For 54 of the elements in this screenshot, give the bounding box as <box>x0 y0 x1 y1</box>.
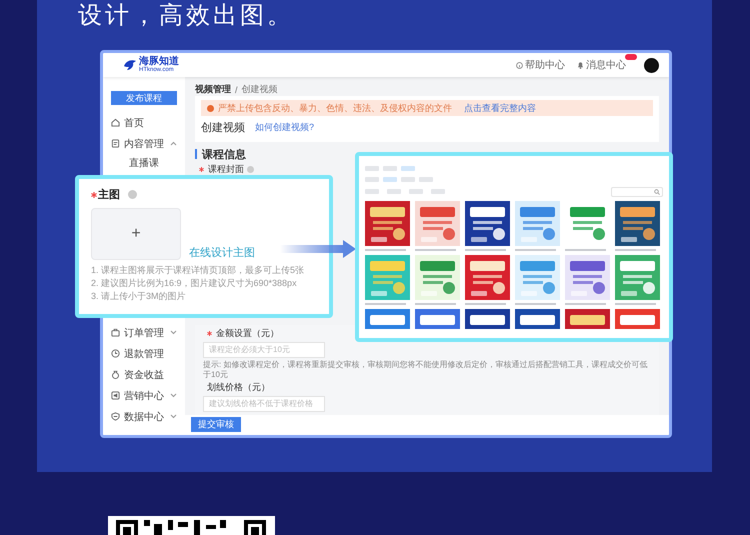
search-icon <box>654 188 660 194</box>
note-text: 2. 建议图片比例为16:9，图片建议尺寸为690*388px <box>91 277 297 290</box>
alert-link[interactable]: 点击查看完整内容 <box>464 102 536 114</box>
headline: 设计，高效出图。 <box>78 2 294 30</box>
help-icon <box>516 62 523 68</box>
chevron-icon[interactable] <box>170 330 177 335</box>
publish-course-button[interactable]: 发布课程 <box>111 91 177 105</box>
chevron-icon[interactable] <box>170 393 177 398</box>
strike-price-input[interactable]: 建议划线价格不低于课程价格 <box>203 396 325 412</box>
chevron-icon[interactable] <box>170 414 177 419</box>
sidebar-item[interactable]: 内容管理 <box>111 133 177 154</box>
help-link[interactable]: 如何创建视频? <box>255 120 314 134</box>
note-text: 1. 课程主图将展示于课程详情页顶部，最多可上传5张 <box>91 264 304 277</box>
shield-icon <box>111 412 120 421</box>
notification-badge <box>625 54 637 60</box>
bell-icon <box>577 61 584 69</box>
field-label: 课程封面 <box>208 163 244 176</box>
field-label: 金额设置（元） <box>216 327 279 340</box>
help-icon <box>128 190 137 199</box>
logo-text: 海豚知道 <box>139 57 179 67</box>
document-icon <box>111 139 120 148</box>
field-label: 主图 <box>98 188 120 202</box>
sidebar-item[interactable]: 资金收益 <box>111 364 177 385</box>
breadcrumb-item[interactable]: 视频管理 <box>195 83 231 96</box>
sidebar-item[interactable]: 营销中心 <box>111 385 177 406</box>
header-link[interactable]: 帮助中心 <box>525 58 565 72</box>
price-input[interactable]: 课程定价必须大于10元 <box>203 342 325 358</box>
megaphone-icon <box>111 391 120 400</box>
chevron-icon[interactable] <box>170 141 177 146</box>
breadcrumb-separator: / <box>235 84 238 94</box>
breadcrumb-item: 创建视频 <box>242 83 278 96</box>
sidebar-item[interactable]: 订单管理 <box>111 322 177 343</box>
page-title: 创建视频 <box>201 120 245 134</box>
sidebar-subitem[interactable]: 直播课 <box>111 154 177 172</box>
alert-message: 严禁上传包含反动、暴力、色情、违法、及侵权内容的文件 <box>218 102 452 114</box>
section-title: 课程信息 <box>202 148 246 162</box>
avatar[interactable] <box>644 58 659 72</box>
field-label: 划线价格（元） <box>207 381 270 394</box>
note-text: 3. 请上传小于3M的图片 <box>91 290 186 303</box>
search-field[interactable] <box>611 186 663 196</box>
clock-icon <box>111 349 120 358</box>
sidebar-item[interactable]: 数据中心 <box>111 406 177 427</box>
home-icon <box>111 118 120 127</box>
money-bag-icon <box>111 370 120 379</box>
sidebar-item[interactable]: 首页 <box>111 112 177 133</box>
dolphin-logo-icon <box>123 59 137 71</box>
warning-icon <box>207 104 214 112</box>
upload-button[interactable]: + <box>91 208 181 260</box>
hint-text: 提示: 如修改课程定价，课程将重新提交审核，审核期间您将不能使用修改后定价，审核通过后搭配营销工具，课程成交价可低于10元 <box>203 360 648 380</box>
header-link[interactable]: 消息中心 <box>586 58 626 72</box>
submit-button[interactable]: 提交审核 <box>191 417 241 432</box>
help-icon <box>247 166 254 174</box>
sidebar-item[interactable]: 退款管理 <box>111 343 177 364</box>
bag-icon <box>111 328 120 337</box>
